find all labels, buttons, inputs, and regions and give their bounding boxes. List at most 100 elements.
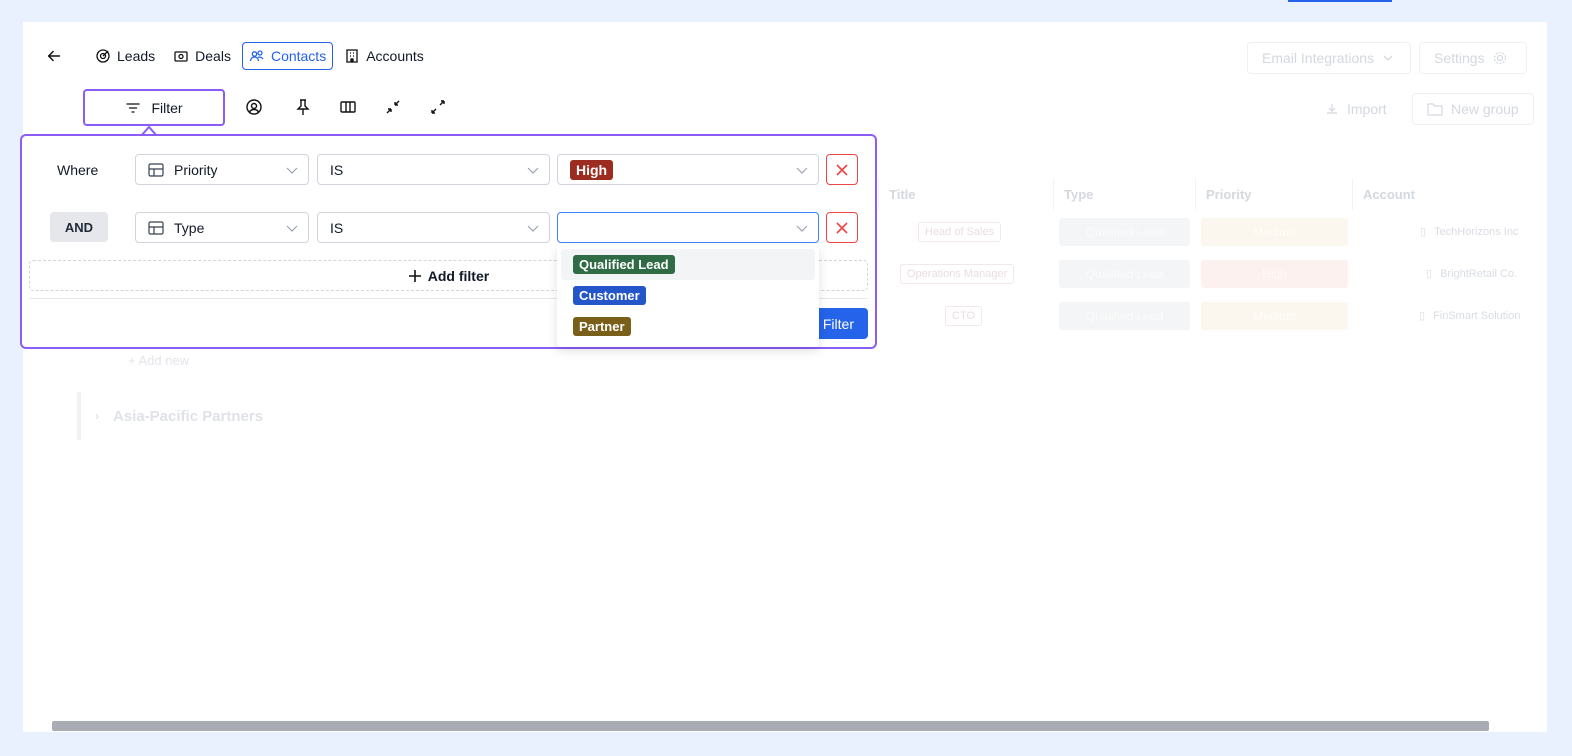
chevron-down-icon [286, 167, 298, 174]
value-select-priority[interactable]: High [557, 154, 819, 185]
nav-deals-label: Deals [195, 48, 231, 64]
column-account-label: Account [1363, 186, 1415, 202]
accounts-icon [346, 49, 358, 63]
field-select-priority[interactable]: Priority [135, 154, 309, 185]
filter-button-label: Filter [151, 99, 183, 116]
row-title-cell: Operations Manager [900, 264, 1015, 284]
column-title-label: Title [889, 186, 916, 202]
remove-filter-button[interactable] [826, 212, 858, 243]
chevron-down-icon [796, 225, 808, 232]
column-type-label: Type [1064, 186, 1094, 202]
apply-filter-label: Filter [822, 315, 854, 332]
chevron-down-icon [1383, 55, 1393, 61]
close-icon [836, 221, 848, 234]
filter-icon [126, 102, 141, 113]
add-new-row[interactable]: + Add new [128, 353, 189, 368]
new-group-button[interactable]: New group [1412, 93, 1534, 125]
row-account-label: FinSmart Solution [1433, 309, 1521, 322]
email-integrations-button[interactable]: Email Integrations [1247, 42, 1411, 74]
nav-deals[interactable]: Deals [166, 42, 238, 70]
chevron-right-icon: › [95, 409, 99, 423]
nav-contacts[interactable]: Contacts [241, 42, 334, 70]
plus-icon: + [128, 353, 139, 368]
horizontal-scrollbar[interactable] [52, 721, 1489, 731]
option-qualified-lead[interactable]: Qualified Lead [561, 249, 815, 280]
group-name: Asia-Pacific Partners [113, 407, 264, 425]
row-priority-cell: Medium [1201, 302, 1348, 330]
building-icon: ▯ [1426, 268, 1433, 280]
column-header-title[interactable]: Title [878, 178, 1053, 210]
entity-nav: Leads Deals Contacts Accounts [44, 42, 435, 70]
field-label: Priority [174, 161, 218, 178]
option-tag: Customer [573, 286, 646, 305]
table-icon [148, 162, 164, 177]
remove-filter-button[interactable] [826, 154, 858, 185]
new-group-label: New group [1451, 101, 1519, 117]
where-label: Where [57, 162, 99, 178]
nav-leads[interactable]: Leads [88, 42, 162, 70]
operator-select[interactable]: IS [317, 212, 550, 243]
plus-icon [408, 269, 421, 282]
field-select-type[interactable]: Type [135, 212, 309, 243]
row-account-cell: ▯ FinSmart Solution [1419, 309, 1521, 323]
close-icon [836, 163, 848, 176]
building-icon: ▯ [1419, 310, 1426, 322]
option-partner[interactable]: Partner [561, 311, 815, 342]
contacts-icon [249, 50, 264, 62]
chevron-down-icon [527, 225, 539, 232]
download-icon [1327, 104, 1337, 114]
value-dropdown-menu: Qualified Lead Customer Partner [557, 245, 819, 347]
nav-leads-label: Leads [117, 48, 156, 64]
column-header-priority[interactable]: Priority [1195, 178, 1352, 210]
and-label: AND [64, 219, 94, 235]
collapse-icon[interactable] [384, 98, 402, 116]
folder-icon [1427, 103, 1443, 116]
option-customer[interactable]: Customer [561, 280, 815, 311]
row-title-cell: Head of Sales [918, 222, 1002, 242]
nav-accounts[interactable]: Accounts [337, 42, 431, 70]
operator-label: IS [330, 161, 344, 178]
filter-button[interactable]: Filter [83, 89, 225, 126]
deals-icon [174, 51, 188, 62]
group-asia-pacific[interactable]: › Asia-Pacific Partners [77, 392, 263, 440]
nav-contacts-label: Contacts [270, 48, 327, 64]
row-title-cell: CTO [945, 306, 983, 326]
and-operator-button[interactable]: AND [50, 212, 108, 242]
row-type-cell: Qualified Lead [1059, 218, 1190, 246]
gear-icon [1493, 51, 1506, 65]
nav-accounts-label: Accounts [366, 48, 424, 64]
import-button[interactable]: Import [1311, 93, 1401, 125]
column-header-type[interactable]: Type [1053, 178, 1195, 210]
option-tag: Partner [573, 317, 631, 336]
back-arrow-icon[interactable] [44, 46, 64, 66]
import-label: Import [1347, 101, 1387, 117]
user-circle-icon[interactable] [245, 98, 263, 116]
settings-button[interactable]: Settings [1419, 42, 1527, 74]
columns-icon[interactable] [339, 98, 357, 116]
expand-icon[interactable] [429, 98, 447, 116]
column-header-account[interactable]: Account [1352, 178, 1532, 210]
row-type-cell: Qualified Lead [1059, 302, 1190, 330]
row-priority-cell: High [1201, 260, 1348, 288]
settings-label: Settings [1434, 50, 1485, 66]
add-new-label: Add new [138, 353, 190, 368]
row-priority-cell: Medium [1201, 218, 1348, 246]
column-priority-label: Priority [1206, 186, 1252, 202]
email-integrations-label: Email Integrations [1262, 50, 1375, 66]
table-icon [148, 220, 164, 235]
option-tag: Qualified Lead [573, 255, 675, 274]
operator-label: IS [330, 219, 344, 236]
operator-select[interactable]: IS [317, 154, 550, 185]
main-card [23, 22, 1547, 732]
row-account-cell: ▯ BrightRetail Co. [1426, 267, 1518, 281]
add-filter-label: Add filter [427, 267, 490, 284]
row-account-label: BrightRetail Co. [1440, 267, 1518, 280]
row-account-label: TechHorizons Inc [1434, 225, 1519, 238]
top-accent-bar [1288, 0, 1392, 2]
priority-high-tag: High [570, 159, 614, 180]
leads-icon [96, 49, 110, 63]
field-label: Type [174, 219, 205, 236]
pin-icon[interactable] [294, 98, 312, 116]
value-select-type[interactable] [557, 212, 819, 243]
chevron-down-icon [796, 167, 808, 174]
